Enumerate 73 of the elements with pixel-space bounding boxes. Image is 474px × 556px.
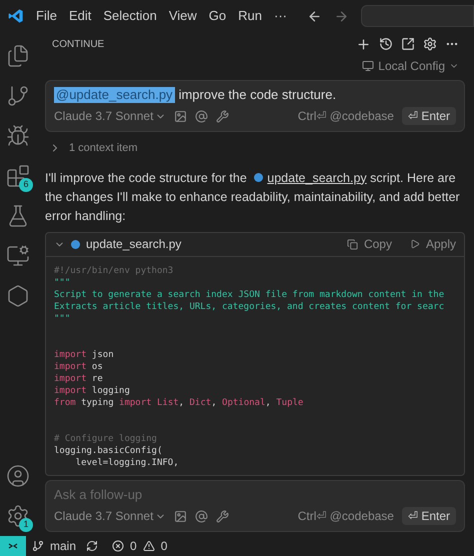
error-icon[interactable] [112, 540, 124, 552]
play-icon[interactable] [410, 239, 420, 249]
search-field[interactable] [361, 5, 474, 27]
code-line: #!/usr/bin/env python3 [54, 266, 174, 276]
at-icon[interactable] [195, 110, 208, 122]
code-line: # Configure logging [54, 434, 157, 444]
bug-icon[interactable] [6, 124, 30, 148]
message-box[interactable]: @update_search.py improve the code structure. Claude 3.7 Sonnet Ctrl⏎ @codebase ⏎ Enter [45, 80, 465, 132]
branch-icon[interactable] [6, 84, 30, 108]
menu-item[interactable]: View [168, 6, 197, 26]
warning-icon[interactable] [142, 540, 155, 552]
follow-up-field[interactable]: Ask a follow-up [54, 487, 456, 503]
code-line: import os [54, 362, 103, 372]
at-icon[interactable] [195, 510, 208, 522]
count-badge: 6 [19, 178, 33, 192]
model-selector[interactable]: Claude 3.7 Sonnet [54, 507, 154, 525]
code-line: Script to generate a search index JSON file from markdown content in the [54, 290, 444, 300]
sync-icon[interactable] [86, 540, 98, 552]
apply-button[interactable]: Apply [426, 235, 456, 253]
menu-item[interactable]: Run [238, 6, 262, 26]
message-text: improve the code structure. [178, 87, 336, 103]
code-line: """ [54, 314, 70, 324]
image-icon[interactable] [174, 510, 188, 522]
menu-item[interactable]: File [36, 6, 57, 26]
code-filename: update_search.py [86, 236, 182, 253]
copy-icon[interactable] [346, 238, 358, 250]
new-chat-icon[interactable] [356, 36, 371, 52]
shortcut-hint: Ctrl⏎ @codebase [298, 108, 394, 125]
settings-icon[interactable] [6, 504, 30, 528]
back-icon[interactable] [307, 8, 322, 24]
history-icon[interactable] [379, 37, 393, 51]
warning-count[interactable]: 0 [160, 537, 168, 555]
blocks-icon[interactable] [6, 164, 30, 188]
count-badge: 1 [19, 518, 33, 532]
code-line: from typing import List, Dict, Optional, Tuple [54, 398, 304, 408]
menu-item[interactable]: Selection [103, 6, 157, 26]
hexagon-icon[interactable] [6, 284, 30, 308]
remote-indicator[interactable] [0, 536, 26, 556]
menu-item[interactable]: Edit [68, 6, 92, 26]
code-line: import json [54, 350, 114, 360]
context-toggle[interactable]: 1 context item [69, 140, 138, 156]
menu-item[interactable]: Go [208, 6, 226, 26]
code-line: Extracts article titles, URLs, categories, and creates content for searc [54, 302, 444, 312]
error-count[interactable]: 0 [130, 537, 137, 555]
code-line: import logging [54, 386, 130, 396]
model-selector[interactable]: Claude 3.7 Sonnet [54, 107, 154, 125]
follow-up-box[interactable]: Ask a follow-up Claude 3.7 Sonnet Ctrl⏎ @codebase ⏎ Enter [45, 480, 465, 532]
branch-name[interactable]: main [50, 537, 76, 555]
monitor-icon[interactable] [6, 244, 30, 268]
branch-icon[interactable] [32, 540, 44, 552]
code-line: import re [54, 374, 103, 384]
reply-paragraph: I'll improve the code structure for the update_search.py script. Here are the changes I'll make to enhance readability, maintainability, and add better error handling: [45, 170, 461, 225]
files-icon[interactable] [6, 44, 30, 68]
monitor-icon [362, 60, 374, 72]
account-icon[interactable] [6, 464, 30, 488]
file-link[interactable]: update_search.py [267, 170, 367, 184]
image-icon[interactable] [174, 110, 188, 122]
menu-item[interactable]: ··· [274, 6, 287, 26]
tools-icon[interactable] [216, 110, 230, 122]
app-logo-icon[interactable] [8, 8, 24, 24]
code-line: logging.basicConfig( [54, 446, 162, 456]
enter-button[interactable]: ⏎ Enter [402, 107, 456, 125]
panel-title: CONTINUE [52, 38, 104, 52]
enter-button[interactable]: ⏎ Enter [402, 507, 456, 525]
tools-icon[interactable] [216, 510, 230, 522]
shortcut-hint: Ctrl⏎ @codebase [298, 508, 394, 525]
config-selector[interactable]: Local Config [378, 57, 445, 75]
forward-icon[interactable] [334, 8, 349, 24]
open-external-icon[interactable] [401, 37, 415, 51]
copy-button[interactable]: Copy [364, 235, 392, 253]
code-line: """ [54, 278, 70, 288]
code-line: level=logging.INFO, [74, 458, 179, 468]
settings-icon[interactable] [423, 37, 437, 51]
